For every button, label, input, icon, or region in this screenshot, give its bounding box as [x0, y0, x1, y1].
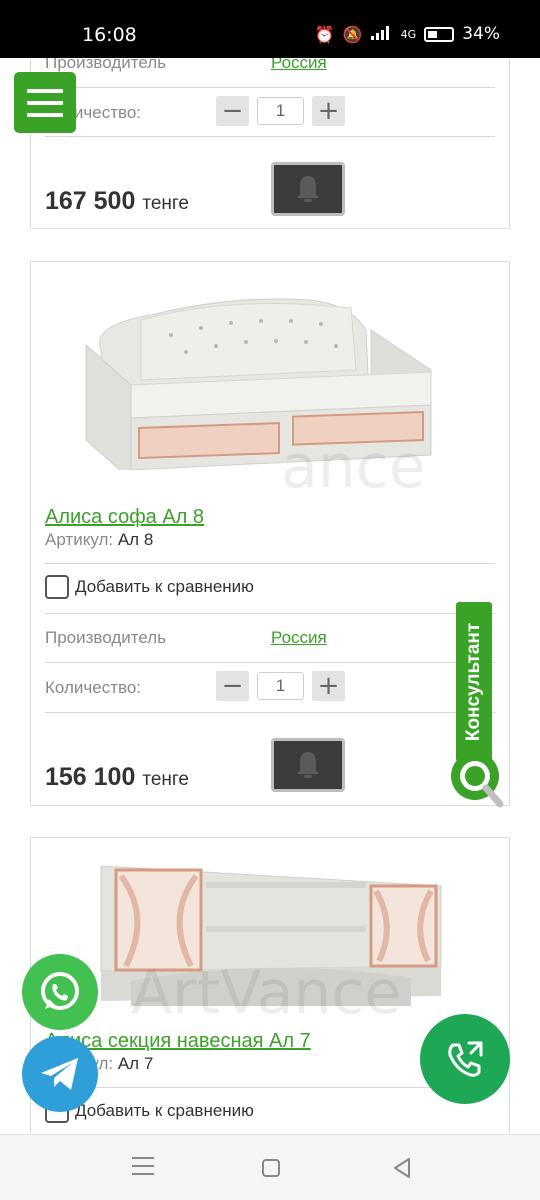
compare-option[interactable]: Добавить к сравнению [45, 575, 254, 599]
home-button[interactable] [262, 1159, 280, 1177]
menu-icon [27, 88, 63, 93]
price: 156 100 тенге [45, 763, 189, 792]
notify-button[interactable] [271, 738, 345, 792]
back-button[interactable] [392, 1157, 412, 1184]
sku: Артикул: Ал 8 [45, 530, 153, 550]
divider [45, 1087, 495, 1088]
watermark: ArtVance [131, 958, 402, 1028]
maker-label: Производитель [45, 628, 167, 647]
call-button[interactable] [420, 1014, 510, 1104]
price-value: 156 100 [45, 763, 136, 791]
qty-label: Количество: [45, 678, 142, 697]
recent-apps-button[interactable] [132, 1157, 154, 1175]
qty-input[interactable]: 1 [257, 672, 304, 700]
product-card: ance Алиса софа Ал 8 Артикул: Ал 8 Добав… [30, 261, 510, 806]
price: 167 500 тенге [45, 187, 189, 216]
whatsapp-icon [41, 972, 79, 1010]
back-icon [394, 1158, 410, 1178]
recent-apps-icon [132, 1157, 154, 1159]
price-currency: тенге [142, 769, 189, 790]
qty-plus-button[interactable]: + [312, 96, 345, 126]
divider [45, 662, 495, 663]
battery-icon [424, 26, 455, 42]
compare-label: Добавить к сравнению [75, 1101, 254, 1120]
product-title-link[interactable]: Алиса софа Ал 8 [45, 506, 204, 529]
compare-checkbox[interactable] [45, 575, 69, 599]
status-time: 16:08 [82, 24, 137, 46]
search-icon [451, 752, 504, 808]
sku-value: Ал 7 [117, 1054, 154, 1073]
qty-input[interactable]: 1 [257, 97, 304, 125]
price-currency: тенге [142, 193, 189, 214]
mute-icon: 🔕 [342, 24, 363, 44]
battery-percent: 34% [462, 24, 500, 44]
phone-icon [448, 1041, 483, 1077]
maker-label: Производитель [45, 58, 167, 72]
bell-icon [297, 176, 319, 202]
divider [45, 613, 495, 614]
notify-button[interactable] [271, 162, 345, 216]
quantity-stepper: − 1 + [216, 671, 345, 701]
whatsapp-button[interactable] [22, 954, 98, 1030]
system-nav-bar [0, 1134, 540, 1200]
maker-link[interactable]: Россия [271, 628, 327, 648]
status-bar: 16:08 ⏰ 🔕 4G 34% [0, 0, 540, 58]
qty-minus-button[interactable]: − [216, 96, 249, 126]
consultant-search-button[interactable] [448, 750, 506, 808]
bell-icon [297, 752, 319, 778]
telegram-button[interactable] [22, 1036, 98, 1112]
alarm-icon: ⏰ [314, 24, 335, 44]
maker-link[interactable]: Россия [271, 58, 327, 73]
telegram-icon [41, 1058, 78, 1090]
sku-value: Ал 8 [117, 530, 154, 549]
compare-label: Добавить к сравнению [75, 577, 254, 596]
quantity-stepper: − 1 + [216, 96, 345, 126]
consultant-label[interactable]: Консультант [463, 623, 485, 741]
status-icons: ⏰ 🔕 4G 34% [315, 24, 500, 44]
divider [45, 87, 495, 88]
product-card: Производитель Россия Количество: − 1 + 1… [30, 58, 510, 229]
qty-minus-button[interactable]: − [216, 671, 249, 701]
network-type: 4G [400, 27, 417, 41]
menu-button[interactable] [14, 72, 76, 133]
divider [45, 563, 495, 564]
signal-icon [370, 25, 393, 44]
price-value: 167 500 [45, 187, 136, 215]
sku-label: Артикул: [45, 530, 114, 549]
divider [45, 712, 495, 713]
divider [45, 136, 495, 137]
watermark: ance [281, 432, 426, 502]
qty-plus-button[interactable]: + [312, 671, 345, 701]
